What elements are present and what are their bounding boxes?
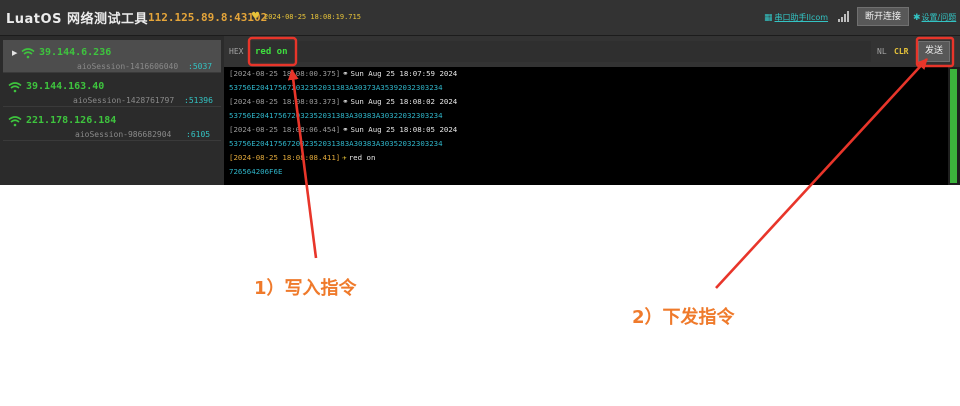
- session-item[interactable]: ▶ 39.144.6.236 aioSession-1416606040 :50…: [3, 40, 221, 73]
- log-timestamp: [2024-08-25 18:08:08.411]: [229, 153, 341, 162]
- log-entry: [2024-08-25 18:08:03.373] ⚭ Sun Aug 25 18:…: [229, 97, 457, 106]
- session-list: ▶ 39.144.6.236 aioSession-1416606040 :50…: [0, 36, 224, 185]
- scroll-thumb[interactable]: [950, 69, 957, 183]
- session-port: :6105: [186, 130, 211, 139]
- session-item[interactable]: 39.144.163.40 aioSession-1428761797 :513…: [3, 74, 221, 107]
- app-window: LuatOS 网络测试工具 112.125.89.8:43102 ♥ 2024-…: [0, 0, 960, 185]
- log-entry: [2024-08-25 18:08:00.375] ⚭ Sun Aug 25 18:…: [229, 69, 457, 78]
- log-hex: 53756E204175672032352031383A30373A353920…: [229, 83, 443, 92]
- grid-icon: ▦: [764, 13, 773, 23]
- log-message: Sun Aug 25 18:08:05 2024: [350, 125, 458, 134]
- session-ip: 39.144.163.40: [26, 81, 105, 92]
- clear-button[interactable]: CLR: [894, 47, 908, 56]
- signal-icon: [838, 11, 850, 22]
- message-log[interactable]: [2024-08-25 18:08:00.375] ⚭ Sun Aug 25 18:…: [224, 67, 948, 185]
- session-item[interactable]: 221.178.126.184 aioSession-986682904 :61…: [3, 108, 221, 141]
- com-helper-label: 串口助手llcom: [774, 13, 829, 22]
- session-id: aioSession-986682904: [75, 130, 172, 139]
- session-ip: 221.178.126.184: [26, 115, 117, 126]
- log-message: Sun Aug 25 18:08:02 2024: [350, 97, 458, 106]
- heartbeat-icon: ♥: [251, 11, 260, 22]
- session-id: aioSession-1428761797: [73, 96, 175, 105]
- receive-icon: ⚭: [342, 97, 349, 106]
- session-ip: 39.144.6.236: [39, 47, 112, 58]
- log-timestamp: [2024-08-25 18:08:03.373]: [229, 97, 341, 106]
- settings-label: 设置/问题: [921, 13, 957, 22]
- log-entry: [2024-08-25 18:08:06.454] ⚭ Sun Aug 25 18:…: [229, 125, 457, 134]
- hex-toggle[interactable]: HEX: [229, 47, 243, 56]
- log-hex: 53756E204175672032352031383A30383A303520…: [229, 139, 443, 148]
- wifi-icon: [8, 82, 22, 93]
- session-port: :51396: [184, 96, 213, 105]
- annotation-step-2: 2）下发指令: [632, 307, 735, 328]
- receive-icon: ⚭: [342, 125, 349, 134]
- annotation-step-1: 1）写入指令: [254, 278, 357, 299]
- wifi-icon: [8, 116, 22, 127]
- log-message: red on: [348, 153, 376, 162]
- server-address: 112.125.89.8:43102: [148, 11, 268, 24]
- log-timestamp: [2024-08-25 18:08:06.454]: [229, 125, 341, 134]
- wifi-icon: [21, 48, 35, 59]
- caret-right-icon: ▶: [12, 49, 18, 57]
- log-entry: [2024-08-25 18:08:08.411] ✈ red on: [229, 153, 375, 162]
- log-message: Sun Aug 25 18:07:59 2024: [350, 69, 458, 78]
- log-hex: 53756E204175672032352031383A30383A303220…: [229, 111, 443, 120]
- disconnect-button[interactable]: 断开连接: [857, 7, 909, 26]
- command-input[interactable]: [251, 41, 871, 62]
- send-button[interactable]: 发送: [918, 41, 950, 62]
- newline-toggle[interactable]: NL: [877, 47, 887, 56]
- top-bar: LuatOS 网络测试工具 112.125.89.8:43102 ♥ 2024-…: [0, 0, 960, 36]
- receive-icon: ⚭: [342, 69, 349, 78]
- gear-icon: ✱: [913, 13, 921, 23]
- session-id: aioSession-1416606040: [77, 62, 179, 71]
- log-scrollbar[interactable]: [948, 67, 960, 185]
- session-port: :5037: [188, 62, 213, 71]
- log-timestamp: [2024-08-25 18:08:00.375]: [229, 69, 341, 78]
- log-hex: 726564206F6E: [229, 167, 283, 176]
- send-icon: ✈: [342, 153, 347, 162]
- app-title: LuatOS 网络测试工具: [6, 12, 148, 27]
- com-helper-link[interactable]: ▦ 串口助手llcom: [764, 12, 828, 23]
- settings-link[interactable]: ✱设置/问题: [913, 12, 956, 23]
- server-time: 2024-08-25 18:08:19.715: [264, 13, 361, 21]
- command-bar: HEX NL CLR 发送: [224, 36, 960, 67]
